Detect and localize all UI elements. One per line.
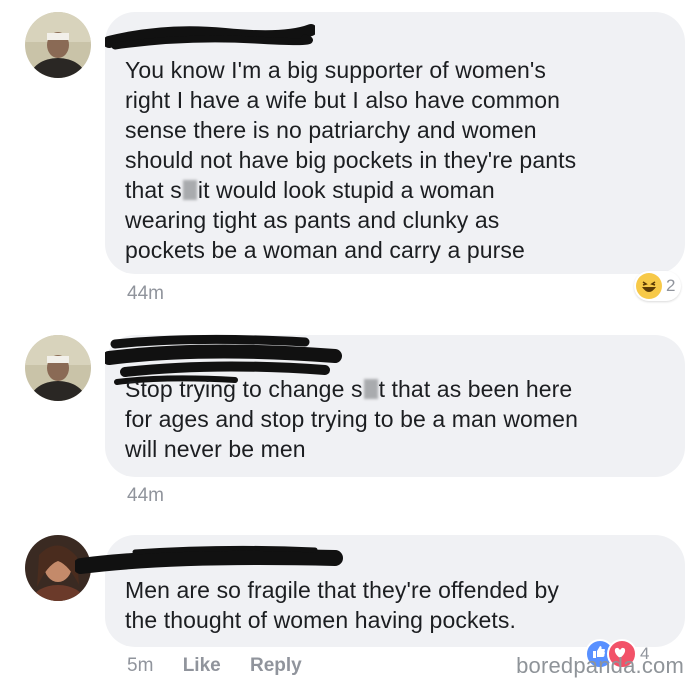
comment-text: Stop trying to change st that as been he… — [125, 376, 578, 462]
comment-thread: You know I'm a big supporter of women's … — [0, 0, 700, 689]
reply-button[interactable]: Reply — [250, 655, 302, 676]
censor-blur — [182, 180, 197, 200]
haha-emoji-icon — [636, 273, 662, 299]
comment-text: You know I'm a big supporter of women's … — [125, 57, 577, 263]
commenter-avatar[interactable] — [25, 335, 91, 401]
redacted-name — [75, 540, 345, 580]
watermark: boredpanda.com — [516, 653, 684, 678]
comment-timestamp[interactable]: 5m — [127, 655, 153, 676]
comment-meta: 44m — [127, 283, 188, 305]
reaction-count: 2 — [666, 276, 676, 295]
censor-blur — [363, 379, 378, 399]
reaction-summary[interactable]: 2 — [634, 271, 682, 301]
comment-text: Men are so fragile that they're offended… — [125, 577, 560, 633]
comment-timestamp[interactable]: 44m — [127, 485, 164, 506]
like-button[interactable]: Like — [183, 655, 221, 676]
redacted-name — [105, 22, 315, 52]
comment-meta: 44m — [127, 485, 188, 507]
commenter-avatar[interactable] — [25, 12, 91, 78]
comment-meta: 5m Like Reply — [127, 655, 326, 677]
comment-timestamp[interactable]: 44m — [127, 283, 164, 304]
